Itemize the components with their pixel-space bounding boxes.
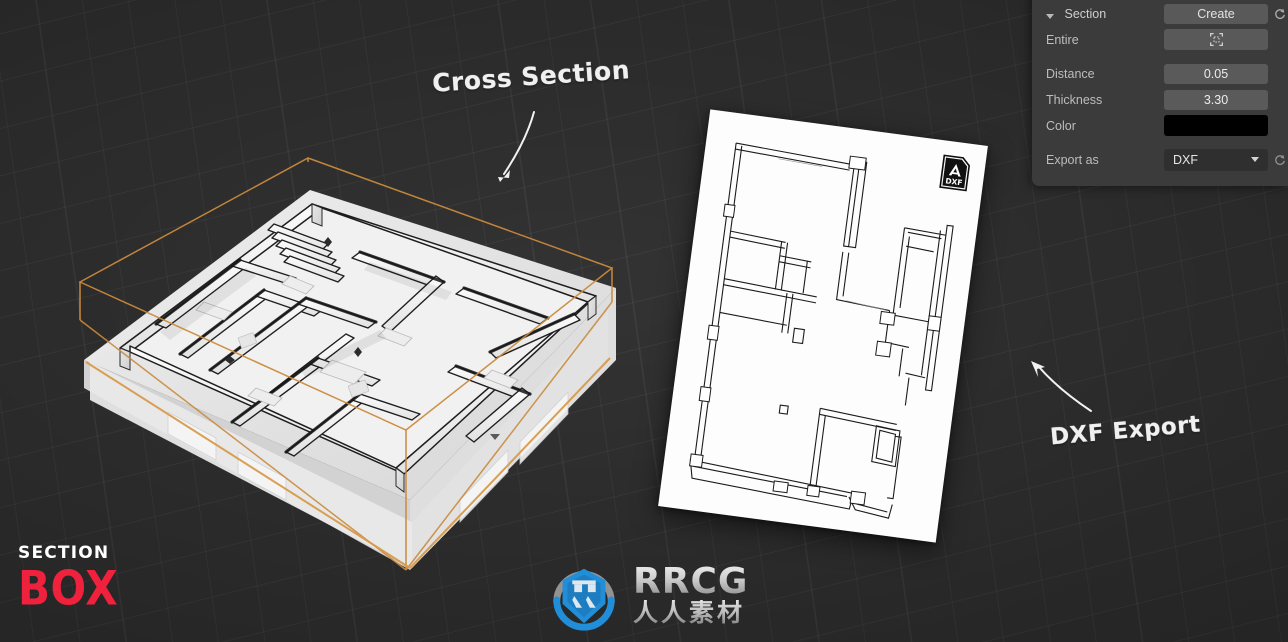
floor-plan-drawing xyxy=(689,142,954,519)
thickness-row-spacer xyxy=(1271,90,1288,110)
color-swatch[interactable] xyxy=(1164,115,1268,136)
dxf-export-sheet[interactable]: DXF xyxy=(658,109,988,543)
distance-row-spacer xyxy=(1271,64,1288,84)
distance-field[interactable]: 0.05 xyxy=(1164,63,1268,84)
entire-label: Entire xyxy=(1046,32,1079,47)
export-format-dropdown[interactable]: DXF xyxy=(1164,148,1268,171)
triangle-down-icon[interactable] xyxy=(1046,13,1054,19)
export-as-label: Export as xyxy=(1046,152,1099,167)
dxf-file-badge-icon: DXF xyxy=(939,154,971,192)
panel-row-export-as[interactable]: Export as DXF xyxy=(1032,148,1288,171)
model-geometry xyxy=(78,157,616,571)
watermark-chinese-text: 人人素材 xyxy=(633,600,748,627)
thickness-label: Thickness xyxy=(1046,92,1103,107)
section-properties-panel[interactable]: Section Create Entire Distance 0.05 Thic… xyxy=(1032,0,1288,186)
panel-row-entire[interactable]: Entire xyxy=(1032,28,1288,51)
building-model[interactable] xyxy=(60,70,640,590)
panel-row-distance[interactable]: Distance 0.05 xyxy=(1032,62,1288,85)
panel-row-color[interactable]: Color xyxy=(1032,114,1288,137)
thickness-field[interactable]: 3.30 xyxy=(1164,89,1268,110)
entire-row-spacer xyxy=(1271,30,1288,50)
logo-line-1: SECTION xyxy=(18,543,110,563)
annotation-dxf-export: DXF Export xyxy=(1049,411,1202,451)
panel-row-section[interactable]: Section Create xyxy=(1032,2,1288,25)
create-button[interactable]: Create xyxy=(1164,3,1268,24)
panel-spacer-2 xyxy=(1032,140,1288,148)
entire-bounding-box-button[interactable] xyxy=(1164,29,1268,50)
section-header-label: Section xyxy=(1064,6,1107,21)
viewport: Cross Section DXF DXF Export Section Cre… xyxy=(0,0,1288,642)
dxf-export-arrow-icon xyxy=(1031,361,1092,412)
watermark-latin-text: RRCG xyxy=(633,561,749,603)
panel-row-thickness[interactable]: Thickness 3.30 xyxy=(1032,88,1288,111)
distance-label: Distance xyxy=(1046,66,1095,81)
bounding-box-icon xyxy=(1209,33,1223,46)
section-header[interactable]: Section xyxy=(1046,7,1164,21)
rrcg-watermark: RRCG 人人素材 xyxy=(545,557,748,635)
chevron-down-icon xyxy=(1251,157,1259,162)
color-row-spacer xyxy=(1271,116,1288,136)
export-format-value: DXF xyxy=(1173,152,1198,167)
rrcg-logo-icon xyxy=(553,568,615,631)
reset-icon[interactable] xyxy=(1271,4,1288,24)
color-label: Color xyxy=(1046,118,1076,133)
logo-line-2: BOX xyxy=(18,560,119,616)
section-box-logo: SECTION BOX xyxy=(18,543,118,613)
panel-spacer xyxy=(1032,54,1288,62)
refresh-icon[interactable] xyxy=(1271,150,1288,170)
